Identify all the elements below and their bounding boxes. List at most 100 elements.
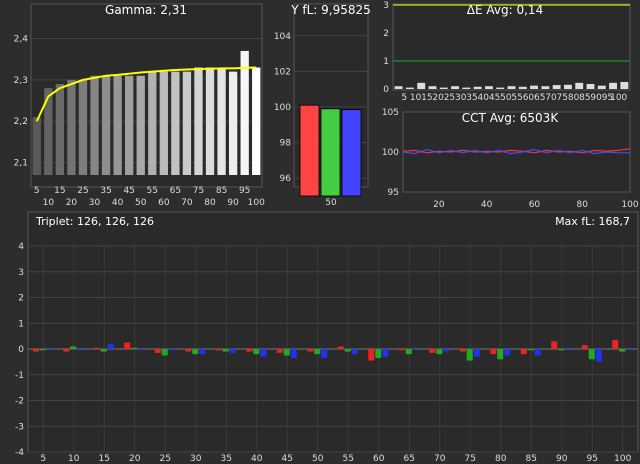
gamma-title: Gamma: 2,31 [105,3,187,17]
rgb-x-tick: 10 [68,454,80,464]
rgb-deviation-bar [459,349,466,352]
deltae-bar [552,85,561,89]
rgb-deviation-bar [246,349,253,352]
rgb-deviation-bar [46,349,53,350]
deltae-bar [439,87,448,89]
rgb-x-tick: 25 [160,454,171,464]
deltae-x-tick: 20 [432,93,444,103]
rgb-x-tick: 40 [251,454,263,464]
deltae-y-tick: 0 [383,85,389,95]
rgb-deviation-bar [321,349,328,359]
deltae-bar [620,82,629,89]
deltae-y-tick: 1 [383,57,389,67]
deltae-x-tick: 100 [610,93,627,103]
deltae-bar [597,85,606,89]
rgb-deviation-bar [39,349,46,351]
gamma-bar [159,71,168,175]
rgb-deviation-bar [63,349,70,352]
gamma-bar [136,75,145,175]
rgb-x-tick: 75 [465,454,476,464]
cct-y-tick: 95 [388,188,399,198]
gamma-x-tick: 25 [77,186,88,196]
gamma-plot-area [30,3,263,188]
deltae-bar [473,86,482,89]
rgb-deviation-bar [161,349,168,356]
gamma-x-tick: 85 [216,186,227,196]
rgb-y-tick: 1 [18,319,24,329]
yfl-y-tick: 104 [274,32,291,42]
rgb-deviation-bar [436,349,443,355]
rgb-deviation-bar [344,349,351,352]
rgb-deviation-bar [588,349,595,360]
deltae-bar [507,86,516,89]
rgb-y-tick: -4 [15,448,24,458]
deltae-bar [530,85,539,89]
rgb-deviation-bar [534,349,541,356]
gamma-bar [78,79,88,175]
deltae-x-tick: 65 [534,93,545,103]
cct-x-tick: 60 [529,200,541,210]
deltae-bar [484,86,493,89]
rgb-deviation-bar [497,349,504,360]
gamma-x-tick: 90 [227,198,239,208]
gamma-y-tick: 2,4 [14,35,29,45]
rgb-deviation-bar [93,347,100,349]
rgb-deviation-bar [192,349,199,355]
deltae-bar [451,86,460,89]
deltae-x-tick: 70 [545,93,557,103]
yfl-title: Y fL: 9,95825 [290,3,371,17]
deltae-bar [394,86,403,89]
rgb-deviation-bar [229,349,236,353]
deltae-x-tick: 15 [421,93,432,103]
rgb-x-tick: 90 [556,454,568,464]
gamma-bar [55,84,65,175]
deltae-x-tick: 50 [500,93,512,103]
gamma-bar [125,75,134,175]
gamma-y-tick: 2,2 [14,117,28,127]
rgb-deviation-bar [612,339,619,349]
rgb-deviation-bar [351,349,358,355]
rgb-x-tick: 15 [99,454,110,464]
rgb-deviation-bar [527,349,534,351]
gamma-x-tick: 60 [158,198,170,208]
rgb-deviation-bar [504,349,511,356]
rgb-y-tick: -2 [15,397,24,407]
deltae-x-tick: 75 [557,93,568,103]
rgb-deviation-bar [443,349,450,352]
deltae-x-tick: 90 [590,93,602,103]
deltae-bar [575,82,584,89]
rgb-deviation-bar [107,343,114,349]
deltae-bar [518,86,527,89]
rgb-x-tick: 30 [190,454,202,464]
rgb-x-tick: 35 [221,454,232,464]
deltae-bar [462,87,471,89]
gamma-x-tick: 100 [248,198,265,208]
deltae-x-tick: 40 [478,93,490,103]
rgb-deviation-bar [168,349,175,351]
rgb-deviation-bar [337,346,344,349]
deltae-bar [586,83,595,89]
deltae-x-tick: 60 [523,93,535,103]
rgb-deviation-bar [368,349,375,361]
max-fl-label: Max fL: 168,7 [555,215,630,228]
deltae-x-tick: 85 [579,93,590,103]
cct-x-tick: 80 [576,200,588,210]
gamma-bar [113,75,122,175]
rgb-deviation-bar [520,349,527,355]
rgb-x-tick: 50 [312,454,324,464]
rgb-x-tick: 80 [495,454,507,464]
rgb-deviation-bar [253,349,260,355]
rgb-deviation-bar [619,349,626,352]
deltae-x-tick: 25 [444,93,455,103]
rgb-deviation-bar [595,349,602,362]
rgb-deviation-bar [382,349,389,357]
rgb-deviation-bar [138,349,145,351]
gamma-x-tick: 80 [204,198,216,208]
rgb-x-tick: 95 [587,454,598,464]
rgb-deviation-bar [199,349,206,355]
rgb-deviation-bar [215,349,222,351]
deltae-x-tick: 5 [401,93,407,103]
rgb-deviation-bar [375,349,382,359]
rgb-deviation-bar [405,349,412,355]
gamma-bar [171,71,180,175]
